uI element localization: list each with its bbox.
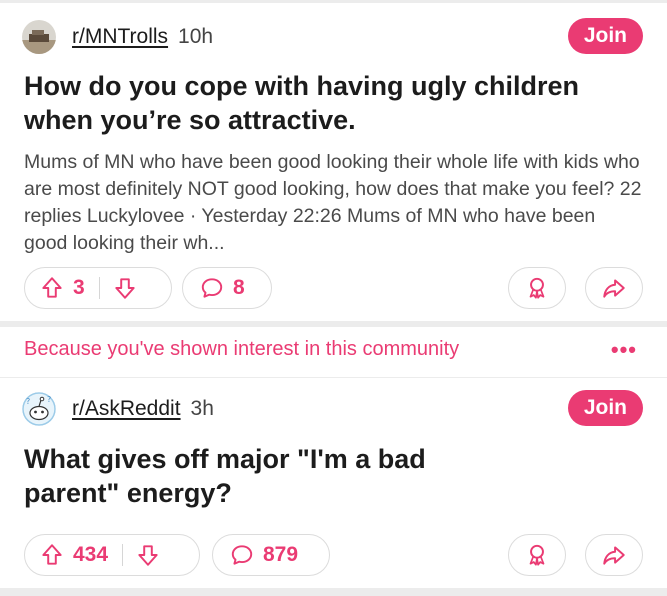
post-age: 3h — [190, 397, 214, 420]
upvote-count: 434 — [73, 543, 109, 566]
more-options-button[interactable]: ••• — [611, 337, 637, 363]
award-button[interactable] — [508, 267, 566, 309]
downvote-icon[interactable] — [112, 275, 138, 301]
share-icon — [601, 542, 627, 568]
comment-count: 879 — [263, 543, 299, 566]
post-title[interactable]: What gives off major "I'm a bad parent" … — [24, 442, 507, 510]
recommendation-bar: Because you've shown interest in this co… — [0, 327, 667, 377]
join-button[interactable]: Join — [567, 390, 643, 426]
join-button[interactable]: Join — [567, 18, 643, 54]
svg-text:?: ? — [47, 395, 51, 404]
svg-text:?: ? — [26, 397, 30, 406]
recommendation-text: Because you've shown interest in this co… — [24, 338, 460, 360]
comments-button[interactable]: 8 — [182, 267, 272, 309]
award-icon — [524, 275, 550, 301]
comment-icon — [199, 275, 225, 301]
downvote-icon[interactable] — [135, 542, 161, 568]
comments-button[interactable]: 879 — [212, 534, 330, 576]
upvote-count: 3 — [73, 276, 85, 299]
post-body[interactable]: Mums of MN who have been good looking th… — [24, 149, 644, 257]
subreddit-avatar[interactable] — [22, 20, 56, 54]
feed: r/MNTrolls 10h Join How do you cope with… — [0, 0, 667, 596]
comment-icon — [229, 542, 255, 568]
share-icon — [601, 275, 627, 301]
award-button[interactable] — [508, 534, 566, 576]
vote-control: 434 — [24, 534, 200, 576]
post-header: ? ? r/AskReddit 3h — [22, 391, 214, 427]
subreddit-link[interactable]: r/AskReddit — [72, 397, 181, 421]
share-button[interactable] — [585, 267, 643, 309]
upvote-icon[interactable] — [39, 542, 65, 568]
subreddit-avatar[interactable]: ? ? — [22, 392, 56, 426]
share-button[interactable] — [585, 534, 643, 576]
post-card[interactable]: r/MNTrolls 10h Join How do you cope with… — [0, 3, 667, 321]
post-age: 10h — [178, 25, 214, 48]
post-header: r/MNTrolls 10h — [22, 19, 213, 55]
comment-count: 8 — [233, 276, 245, 299]
vote-divider — [122, 544, 124, 566]
post-card[interactable]: ? ? r/AskReddit 3h Join What gives off m… — [0, 378, 667, 588]
vote-control: 3 — [24, 267, 172, 309]
award-icon — [524, 542, 550, 568]
upvote-icon[interactable] — [39, 275, 65, 301]
vote-divider — [98, 277, 100, 299]
subreddit-link[interactable]: r/MNTrolls — [72, 25, 168, 49]
post-title[interactable]: How do you cope with having ugly childre… — [24, 69, 643, 137]
